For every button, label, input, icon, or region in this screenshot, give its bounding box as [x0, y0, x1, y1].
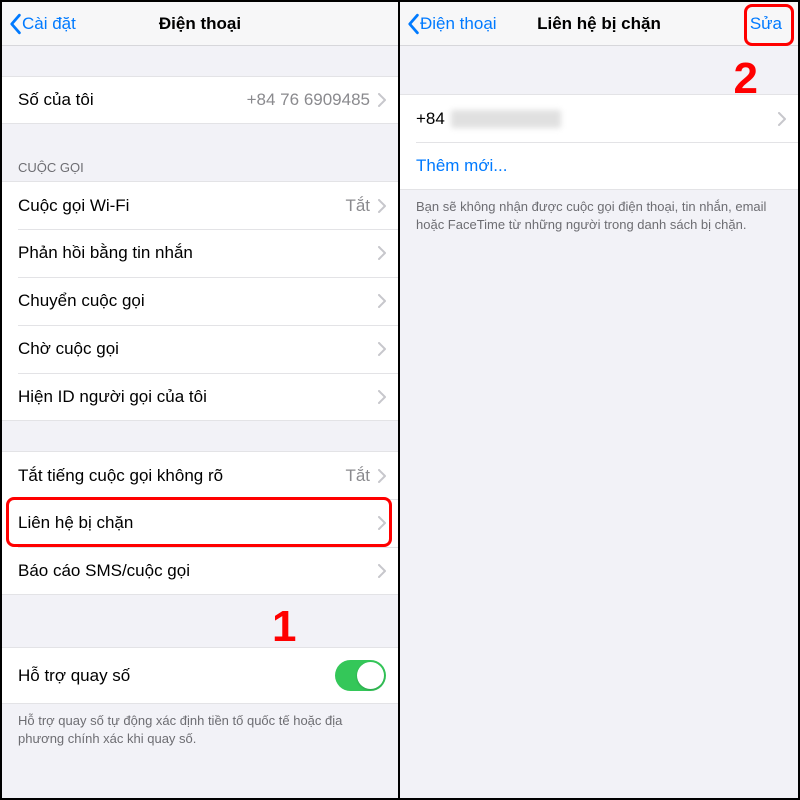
row-respond-text[interactable]: Phản hồi bằng tin nhắn — [2, 229, 398, 277]
dial-assist-footer: Hỗ trợ quay số tự động xác định tiền tố … — [2, 704, 398, 747]
phone-settings-pane: Cài đặt Điện thoại Số của tôi +84 76 690… — [2, 2, 400, 798]
respond-text-label: Phản hồi bằng tin nhắn — [18, 243, 193, 263]
back-button[interactable]: Cài đặt — [2, 13, 76, 35]
row-silence-unknown[interactable]: Tắt tiếng cuộc gọi không rõ Tắt — [2, 451, 398, 499]
blocked-contacts-label: Liên hệ bị chặn — [18, 513, 133, 533]
show-caller-id-label: Hiện ID người gọi của tôi — [18, 387, 207, 407]
blocked-entry[interactable]: +84 — [400, 94, 798, 142]
row-show-caller-id[interactable]: Hiện ID người gọi của tôi — [2, 373, 398, 421]
chevron-right-icon — [778, 112, 786, 126]
chevron-right-icon — [378, 469, 386, 483]
row-my-number[interactable]: Số của tôi +84 76 6909485 — [2, 76, 398, 124]
row-report-sms[interactable]: Báo cáo SMS/cuộc gọi — [2, 547, 398, 595]
calls-group-header: CUỘC GỌI — [2, 154, 398, 181]
my-number-value: +84 76 6909485 — [247, 90, 370, 110]
row-wifi-calling[interactable]: Cuộc gọi Wi-Fi Tắt — [2, 181, 398, 229]
navbar-left: Cài đặt Điện thoại — [2, 2, 398, 46]
silence-unknown-value: Tắt — [345, 466, 370, 486]
redacted-number — [451, 110, 561, 128]
chevron-right-icon — [378, 294, 386, 308]
chevron-right-icon — [378, 246, 386, 260]
edit-button[interactable]: Sửa — [742, 10, 790, 38]
silence-unknown-label: Tắt tiếng cuộc gọi không rõ — [18, 466, 223, 486]
row-dial-assist[interactable]: Hỗ trợ quay số — [2, 647, 398, 704]
add-new-contact[interactable]: Thêm mới... — [400, 142, 798, 190]
wifi-calling-value: Tắt — [345, 196, 370, 216]
navbar-right: Điện thoại Liên hệ bị chặn Sửa — [400, 2, 798, 46]
chevron-left-icon — [8, 13, 22, 35]
back-button[interactable]: Điện thoại — [400, 13, 497, 35]
blocked-number-prefix: +84 — [416, 109, 445, 128]
blocked-contacts-pane: Điện thoại Liên hệ bị chặn Sửa +84 Thêm … — [400, 2, 798, 798]
blocked-footer: Bạn sẽ không nhận được cuộc gọi điện tho… — [400, 190, 798, 233]
chevron-left-icon — [406, 13, 420, 35]
call-waiting-label: Chờ cuộc gọi — [18, 339, 119, 359]
chevron-right-icon — [378, 199, 386, 213]
chevron-right-icon — [378, 93, 386, 107]
wifi-calling-label: Cuộc gọi Wi-Fi — [18, 196, 129, 216]
chevron-right-icon — [378, 564, 386, 578]
report-sms-label: Báo cáo SMS/cuộc gọi — [18, 561, 190, 581]
row-call-waiting[interactable]: Chờ cuộc gọi — [2, 325, 398, 373]
dial-assist-label: Hỗ trợ quay số — [18, 666, 130, 686]
row-blocked-contacts[interactable]: Liên hệ bị chặn — [2, 499, 398, 547]
add-new-label: Thêm mới... — [416, 156, 507, 176]
call-forwarding-label: Chuyển cuộc gọi — [18, 291, 145, 311]
row-call-forwarding[interactable]: Chuyển cuộc gọi — [2, 277, 398, 325]
back-label: Điện thoại — [420, 14, 497, 34]
chevron-right-icon — [378, 342, 386, 356]
dial-assist-toggle[interactable] — [335, 660, 386, 691]
back-label: Cài đặt — [22, 14, 76, 34]
my-number-label: Số của tôi — [18, 90, 94, 110]
chevron-right-icon — [378, 390, 386, 404]
chevron-right-icon — [378, 516, 386, 530]
blocked-number: +84 — [416, 109, 561, 129]
